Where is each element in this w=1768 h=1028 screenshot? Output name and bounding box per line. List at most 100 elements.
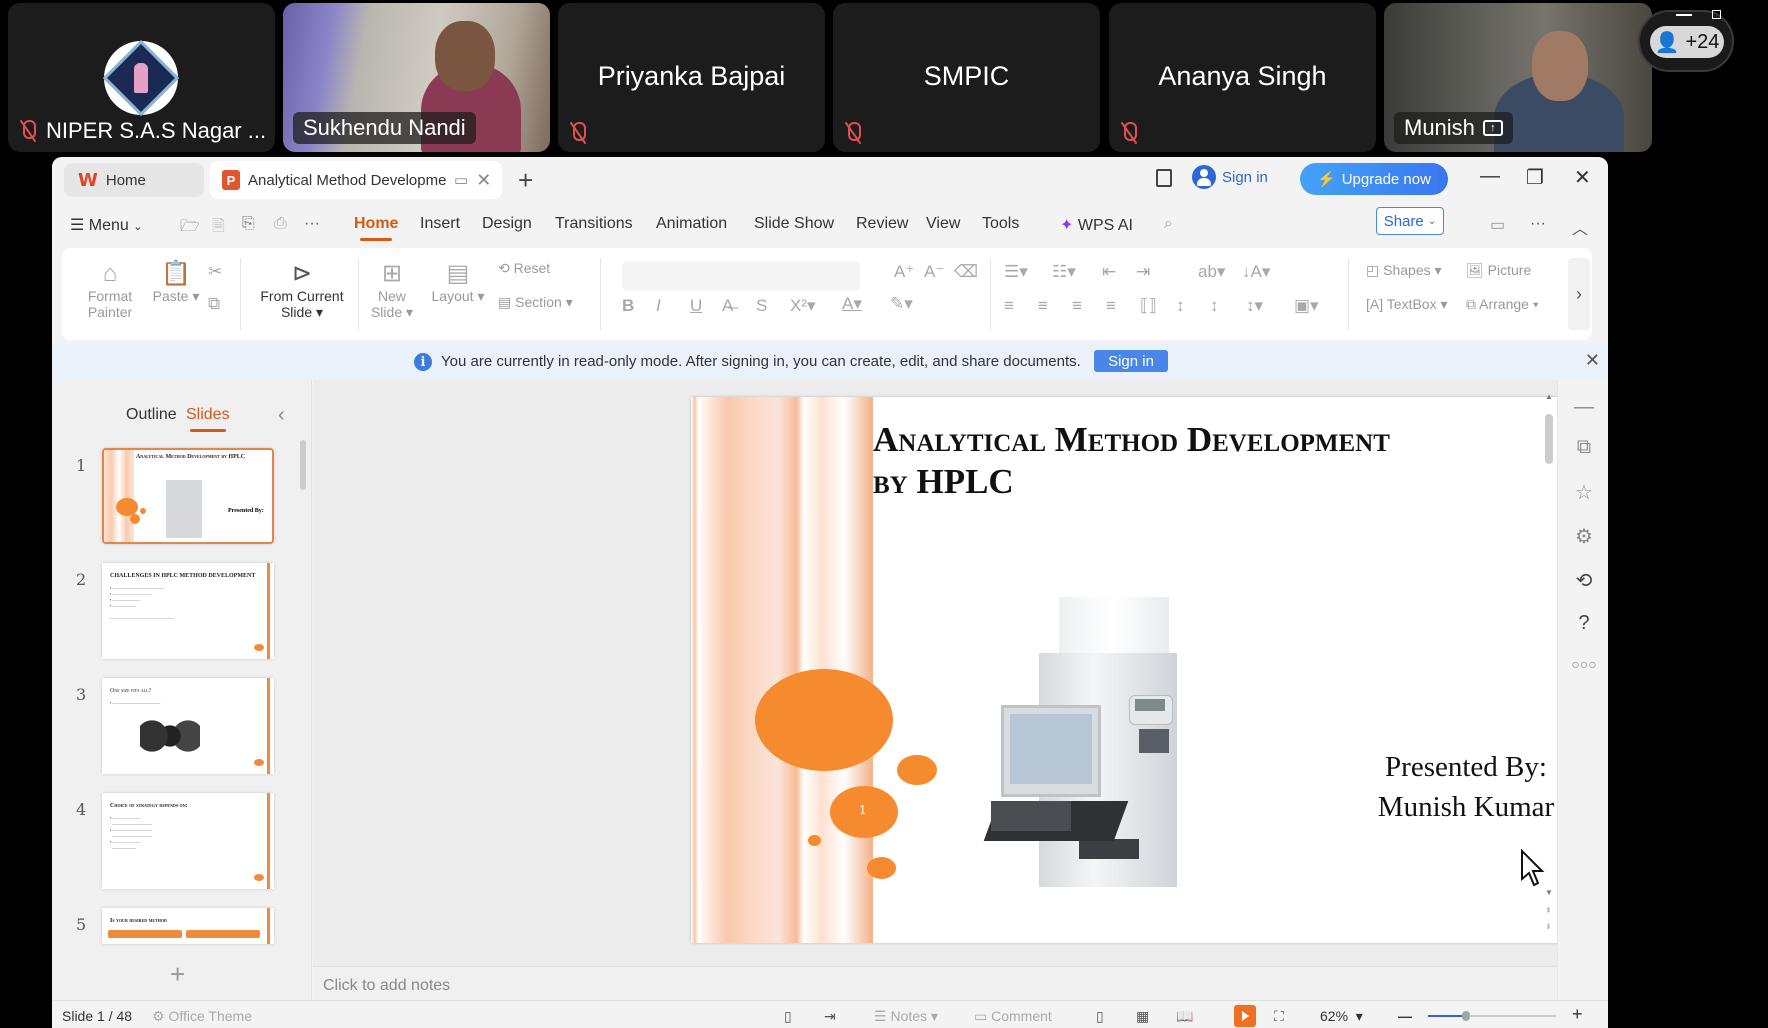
font-color-icon[interactable]: A▾ (842, 294, 862, 314)
search-icon[interactable]: ⌕ (1164, 215, 1173, 233)
restore-icon[interactable] (1712, 10, 1721, 19)
align-left-icon[interactable]: ≡ (1004, 296, 1014, 316)
zoom-slider[interactable] (1428, 1011, 1556, 1021)
monitor-icon[interactable]: ▭ (454, 171, 468, 189)
scroll-up-icon[interactable]: ▲ (1545, 392, 1553, 401)
from-current-slide-button[interactable]: ⊳ From Current Slide ▾ (252, 260, 352, 321)
window-switch-icon[interactable] (1156, 169, 1172, 187)
start-slideshow-button[interactable] (1234, 1005, 1256, 1027)
section-button[interactable]: ▤ Section ▾ (498, 294, 573, 311)
slide-thumbnail[interactable]: Choice of strategy depends on: ▪ ―――――――… (102, 793, 274, 889)
line-spacing-down-icon[interactable]: ↕ (1210, 296, 1219, 316)
history-icon[interactable]: ⟲ (1570, 568, 1598, 593)
distribute-icon[interactable]: ⟦⟧ (1140, 296, 1157, 316)
zoom-level-select[interactable]: 62% ▾ (1320, 1008, 1363, 1025)
collapse-ribbon-icon[interactable]: ︿ (1572, 215, 1588, 239)
justify-icon[interactable]: ≡ (1106, 296, 1116, 316)
minimize-window-button[interactable]: — (1480, 165, 1500, 188)
line-spacing-icon[interactable]: ↕▾ (1246, 296, 1263, 316)
reset-button[interactable]: ⟲ Reset (498, 260, 550, 277)
tab-home[interactable]: W Home (64, 163, 204, 197)
prev-slide-icon[interactable]: ⇞ (1545, 906, 1552, 915)
share-button[interactable]: Share ⌄ (1376, 207, 1444, 235)
increase-indent-icon[interactable]: ⇥ (1136, 262, 1150, 282)
sort-icon[interactable]: ↓A▾ (1242, 262, 1270, 282)
more-participants-button[interactable]: 👤 +24 (1638, 10, 1734, 72)
print-icon[interactable]: ⎙ (274, 215, 287, 233)
highlight-icon[interactable]: ✎▾ (890, 294, 913, 314)
paste-button[interactable]: 📋 Paste ▾ (150, 260, 202, 305)
textbox-button[interactable]: [A] TextBox ▾ (1366, 296, 1448, 313)
participant-tile-sukhendu[interactable]: Sukhendu Nandi (283, 3, 550, 152)
menu-tab-insert[interactable]: Insert (420, 215, 460, 233)
theme-button[interactable]: ⚙ Office Theme (152, 1008, 252, 1025)
comment-icon[interactable]: ▭ (1490, 215, 1505, 235)
ribbon-scroll-right-button[interactable]: › (1568, 258, 1590, 330)
participant-tile-niper[interactable]: NIPER S.A.S Nagar ... (8, 3, 275, 152)
menu-tab-review[interactable]: Review (856, 215, 908, 233)
participant-tile-munish[interactable]: Munish ↑ (1384, 3, 1652, 152)
picture-button[interactable]: 🖼 Picture (1466, 262, 1531, 279)
scroll-thumb[interactable] (1545, 414, 1553, 464)
reading-view-icon[interactable]: 📖 (1176, 1008, 1193, 1025)
tab-slides[interactable]: Slides (186, 406, 230, 432)
notes-toggle[interactable]: ☰ Notes ▾ (874, 1008, 938, 1025)
shadow-icon[interactable]: S (756, 296, 767, 316)
close-window-button[interactable]: ✕ (1574, 165, 1591, 190)
line-spacing-up-icon[interactable]: ↕ (1176, 296, 1185, 316)
bold-icon[interactable]: B (622, 296, 634, 316)
help-icon[interactable]: ? (1570, 612, 1598, 635)
cut-icon[interactable]: ✂ (208, 262, 222, 282)
more-icon[interactable]: ··· (304, 215, 320, 233)
numbered-list-icon[interactable]: ☷▾ (1052, 262, 1076, 282)
slide-thumbnail[interactable]: One size fits all? ▪ ―――――――――――― (102, 678, 274, 774)
editor-scrollbar[interactable]: ▲ ▼ ⇞ ⇟ (1545, 392, 1555, 931)
current-slide[interactable]: Analytical Method Development by HPLC 1 (691, 397, 1608, 943)
slide-title[interactable]: Analytical Method Development by HPLC (873, 419, 1390, 503)
close-tab-icon[interactable]: ✕ (476, 170, 491, 191)
sign-in-button[interactable]: Sign in (1192, 165, 1268, 189)
align-right-icon[interactable]: ≡ (1072, 296, 1082, 316)
add-slide-button[interactable]: + (170, 959, 185, 990)
slide-thumbnail[interactable]: CHALLENGES IN HPLC METHOD DEVELOPMENT ▪ … (102, 563, 274, 659)
text-direction-icon[interactable]: ab▾ (1198, 262, 1225, 282)
wps-ai-button[interactable]: ✦ WPS AI (1060, 215, 1133, 235)
main-menu-button[interactable]: ☰ Menu ⌄ (70, 215, 143, 235)
slide-thumbnail[interactable]: Is your desired method (102, 908, 274, 944)
decrease-font-icon[interactable]: A⁻ (924, 262, 944, 282)
new-slide-button[interactable]: ⊞ New Slide ▾ (368, 260, 416, 321)
layout-button[interactable]: ▤ Layout ▾ (428, 260, 488, 305)
tab-outline[interactable]: Outline (126, 406, 177, 424)
presenter-mode-icon[interactable]: ⇥ (824, 1008, 836, 1025)
normal-view-icon[interactable]: ▯ (1096, 1008, 1104, 1025)
info-sign-in-button[interactable]: Sign in (1094, 350, 1168, 372)
zoom-in-button[interactable]: + (1572, 1004, 1583, 1025)
strikethrough-icon[interactable]: A̶ (722, 296, 733, 316)
minimize-icon[interactable] (1676, 14, 1692, 16)
animation-star-icon[interactable]: ☆ (1570, 480, 1598, 505)
slide-transition-icon[interactable]: ⧉ (1570, 436, 1598, 459)
menu-tab-animation[interactable]: Animation (656, 215, 727, 233)
reading-mode-icon[interactable]: ▯ (784, 1008, 792, 1025)
collapse-panel-icon[interactable]: ‹ (278, 404, 285, 427)
menu-tab-view[interactable]: View (926, 215, 960, 233)
open-icon[interactable]: 🗁 (180, 215, 200, 242)
menu-tab-design[interactable]: Design (482, 215, 532, 233)
format-painter-button[interactable]: ⌂ Format Painter (80, 260, 140, 320)
menu-tab-home[interactable]: Home (354, 215, 398, 241)
collapse-sidebar-icon[interactable]: — (1570, 396, 1598, 419)
clear-format-icon[interactable]: ⌫ (954, 262, 978, 282)
next-slide-icon[interactable]: ⇟ (1545, 922, 1552, 931)
superscript-icon[interactable]: X²▾ (790, 296, 816, 316)
upgrade-now-button[interactable]: ⚡ Upgrade now (1300, 163, 1448, 195)
comment-toggle[interactable]: ▭ Comment (974, 1008, 1052, 1025)
font-name-select[interactable] (622, 262, 860, 290)
new-tab-button[interactable]: + (518, 165, 533, 196)
tab-document[interactable]: P Analytical Method Developme ▭ ✕ (210, 161, 502, 199)
shapes-button[interactable]: ◰ Shapes ▾ (1366, 262, 1442, 279)
zoom-slider-thumb[interactable] (1462, 1011, 1471, 1021)
close-info-bar-icon[interactable]: ✕ (1585, 350, 1600, 371)
italic-icon[interactable]: I (656, 296, 661, 316)
zoom-out-button[interactable]: — (1398, 1008, 1412, 1024)
decrease-indent-icon[interactable]: ⇤ (1102, 262, 1116, 282)
